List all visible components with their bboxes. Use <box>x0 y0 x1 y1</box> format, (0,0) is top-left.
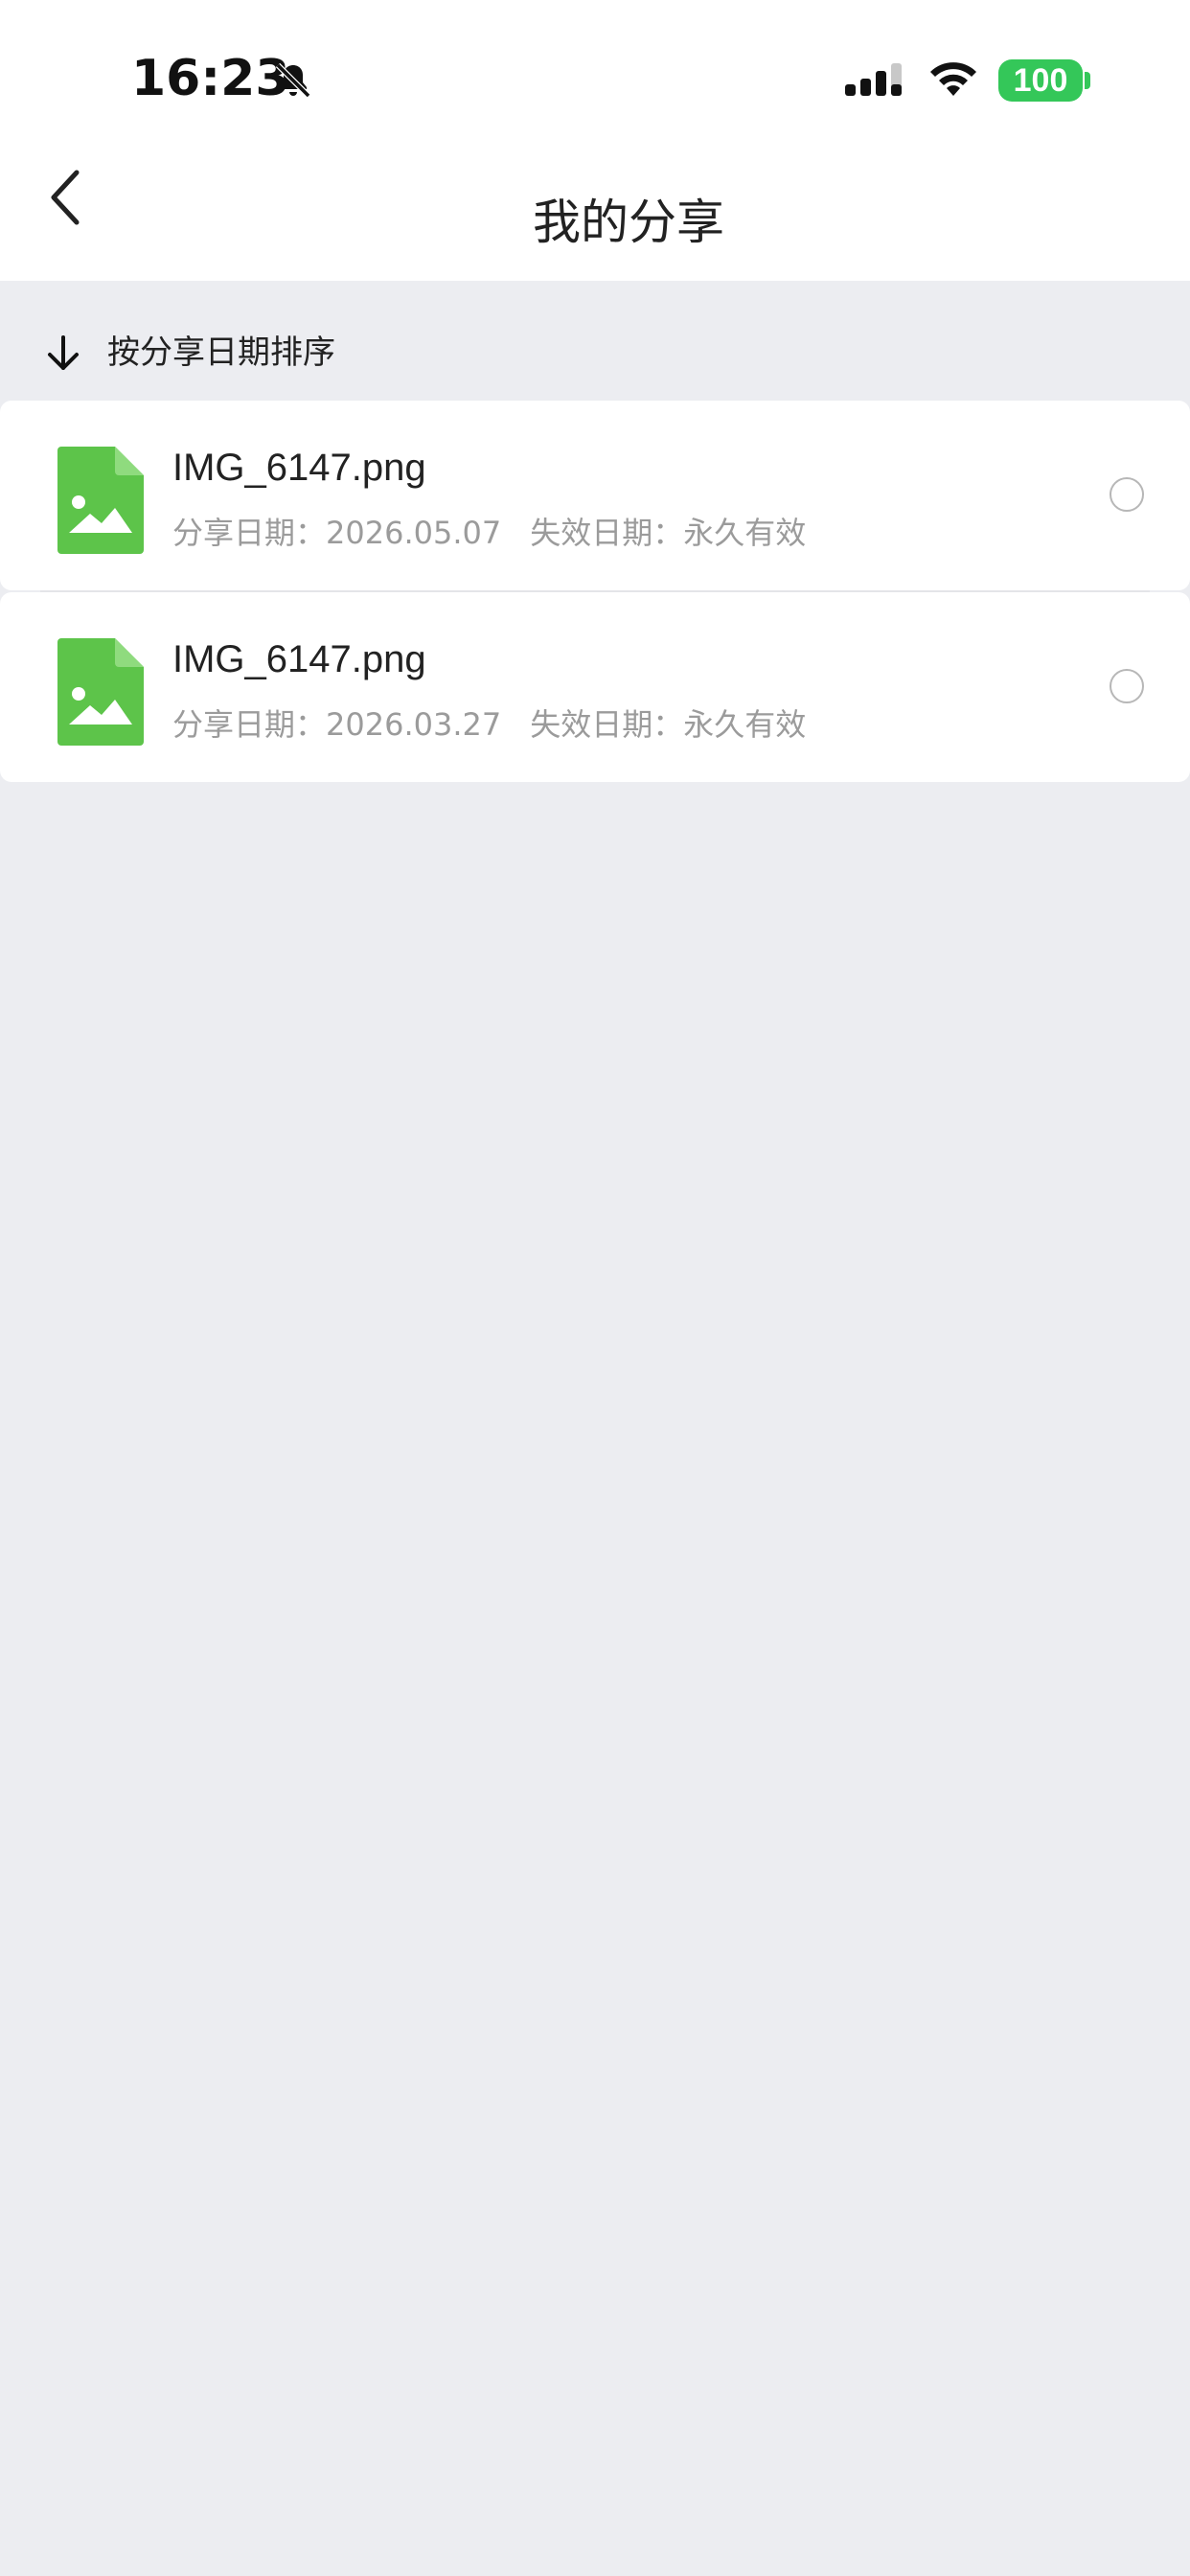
page-title: 我的分享 <box>533 195 724 250</box>
image-file-icon <box>57 638 144 746</box>
status-time: 16:23 <box>131 50 290 107</box>
share-date: 2026.03.27 <box>326 706 502 743</box>
file-name: IMG_6147.png <box>172 638 426 680</box>
arrow-down-icon <box>48 335 79 370</box>
select-radio[interactable] <box>1110 669 1144 703</box>
list-item[interactable]: IMG_6147.png 分享日期：2026.05.07 失效日期：永久有效 <box>0 401 1190 590</box>
image-file-icon <box>57 447 144 554</box>
bell-slash-icon <box>275 62 311 99</box>
sort-button[interactable]: 按分享日期排序 <box>42 326 335 380</box>
expire-date: 永久有效 <box>683 515 807 551</box>
battery-cap <box>1085 72 1090 89</box>
shared-file-list: IMG_6147.png 分享日期：2026.05.07 失效日期：永久有效 IM… <box>0 401 1190 784</box>
sort-label: 按分享日期排序 <box>107 334 335 372</box>
file-name: IMG_6147.png <box>172 447 426 489</box>
select-radio[interactable] <box>1110 477 1144 512</box>
wifi-icon <box>930 62 976 96</box>
top-bar: 16:23 100 我的分享 <box>0 0 1190 281</box>
expire-date: 永久有效 <box>683 706 807 743</box>
signal-icon <box>845 63 902 96</box>
file-meta: 分享日期：2026.03.27 失效日期：永久有效 <box>172 702 806 748</box>
battery-icon: 100 <box>998 59 1083 102</box>
expire-date-label: 失效日期： <box>530 706 684 743</box>
share-date-label: 分享日期： <box>172 706 327 743</box>
file-meta: 分享日期：2026.05.07 失效日期：永久有效 <box>172 510 806 556</box>
share-date-label: 分享日期： <box>172 515 327 551</box>
list-item[interactable]: IMG_6147.png 分享日期：2026.03.27 失效日期：永久有效 <box>0 590 1190 782</box>
share-date: 2026.05.07 <box>326 515 502 551</box>
expire-date-label: 失效日期： <box>530 515 684 551</box>
